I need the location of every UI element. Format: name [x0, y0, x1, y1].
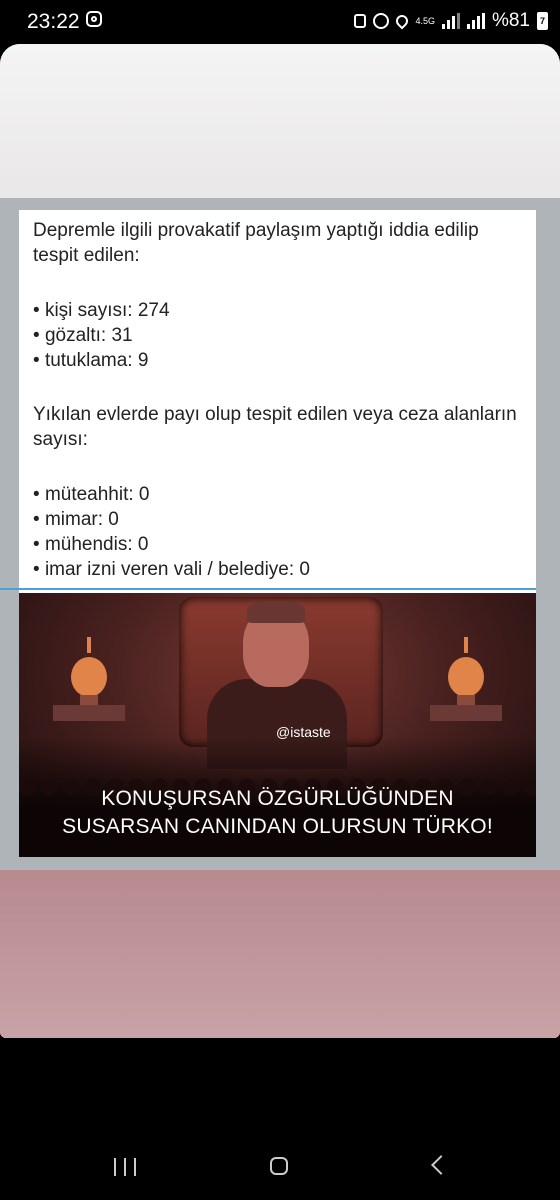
post-paragraph-1: Depremle ilgili provakatif paylaşım yapt…: [33, 220, 479, 266]
list-item: tutuklama: 9: [33, 348, 170, 373]
lightbulb-logo-icon: [53, 637, 125, 747]
stats-list-1: kişi sayısı: 274 gözaltı: 31 tutuklama: …: [33, 298, 170, 373]
list-item: müteahhit: 0: [33, 482, 310, 507]
post-paragraph-2: Yıkılan evlerde payı olup tespit edilen …: [33, 404, 517, 450]
list-item: mimar: 0: [33, 507, 310, 532]
post-text-card: Depremle ilgili provakatif paylaşım yapt…: [19, 210, 536, 593]
battery-percent: %81: [491, 10, 530, 31]
instagram-icon: [86, 11, 102, 27]
list-item: gözaltı: 31: [33, 323, 170, 348]
status-bar: 23:22 4.5G %81 7: [0, 0, 560, 44]
alarm-icon: [373, 13, 390, 29]
lightbulb-logo-icon: [430, 637, 502, 747]
bottom-band: [0, 870, 560, 1038]
lock-icon: [354, 14, 367, 28]
list-item: kişi sayısı: 274: [33, 298, 170, 323]
status-time: 23:22: [27, 10, 80, 33]
battery-icon: 7: [537, 12, 548, 30]
list-item: mühendis: 0: [33, 532, 310, 557]
divider: [0, 588, 536, 590]
stats-list-2: müteahhit: 0 mimar: 0 mühendis: 0 imar i…: [33, 482, 310, 582]
home-icon[interactable]: [270, 1157, 288, 1175]
meme-caption-line-2: SUSARSAN CANINDAN OLURSUN TÜRKO!: [62, 815, 493, 838]
navigation-bar: [0, 1138, 560, 1200]
meme-image: @istaste KONUŞURSAN ÖZGÜRLÜĞÜNDEN SUSARS…: [19, 593, 536, 857]
top-band: [0, 44, 560, 198]
meme-caption-line-1: KONUŞURSAN ÖZGÜRLÜĞÜNDEN: [101, 787, 454, 810]
watermark: @istaste: [276, 724, 331, 740]
back-icon[interactable]: [431, 1155, 451, 1175]
network-type-label: 4.5G: [415, 15, 435, 26]
image-viewer[interactable]: Depremle ilgili provakatif paylaşım yapt…: [0, 44, 560, 1038]
recents-icon[interactable]: [114, 1158, 136, 1176]
signal-icon: [441, 13, 460, 29]
status-icons: 4.5G %81 7: [354, 10, 548, 32]
location-icon: [393, 12, 411, 30]
signal-icon-2: [466, 13, 485, 29]
list-item: imar izni veren vali / belediye: 0: [33, 557, 310, 582]
